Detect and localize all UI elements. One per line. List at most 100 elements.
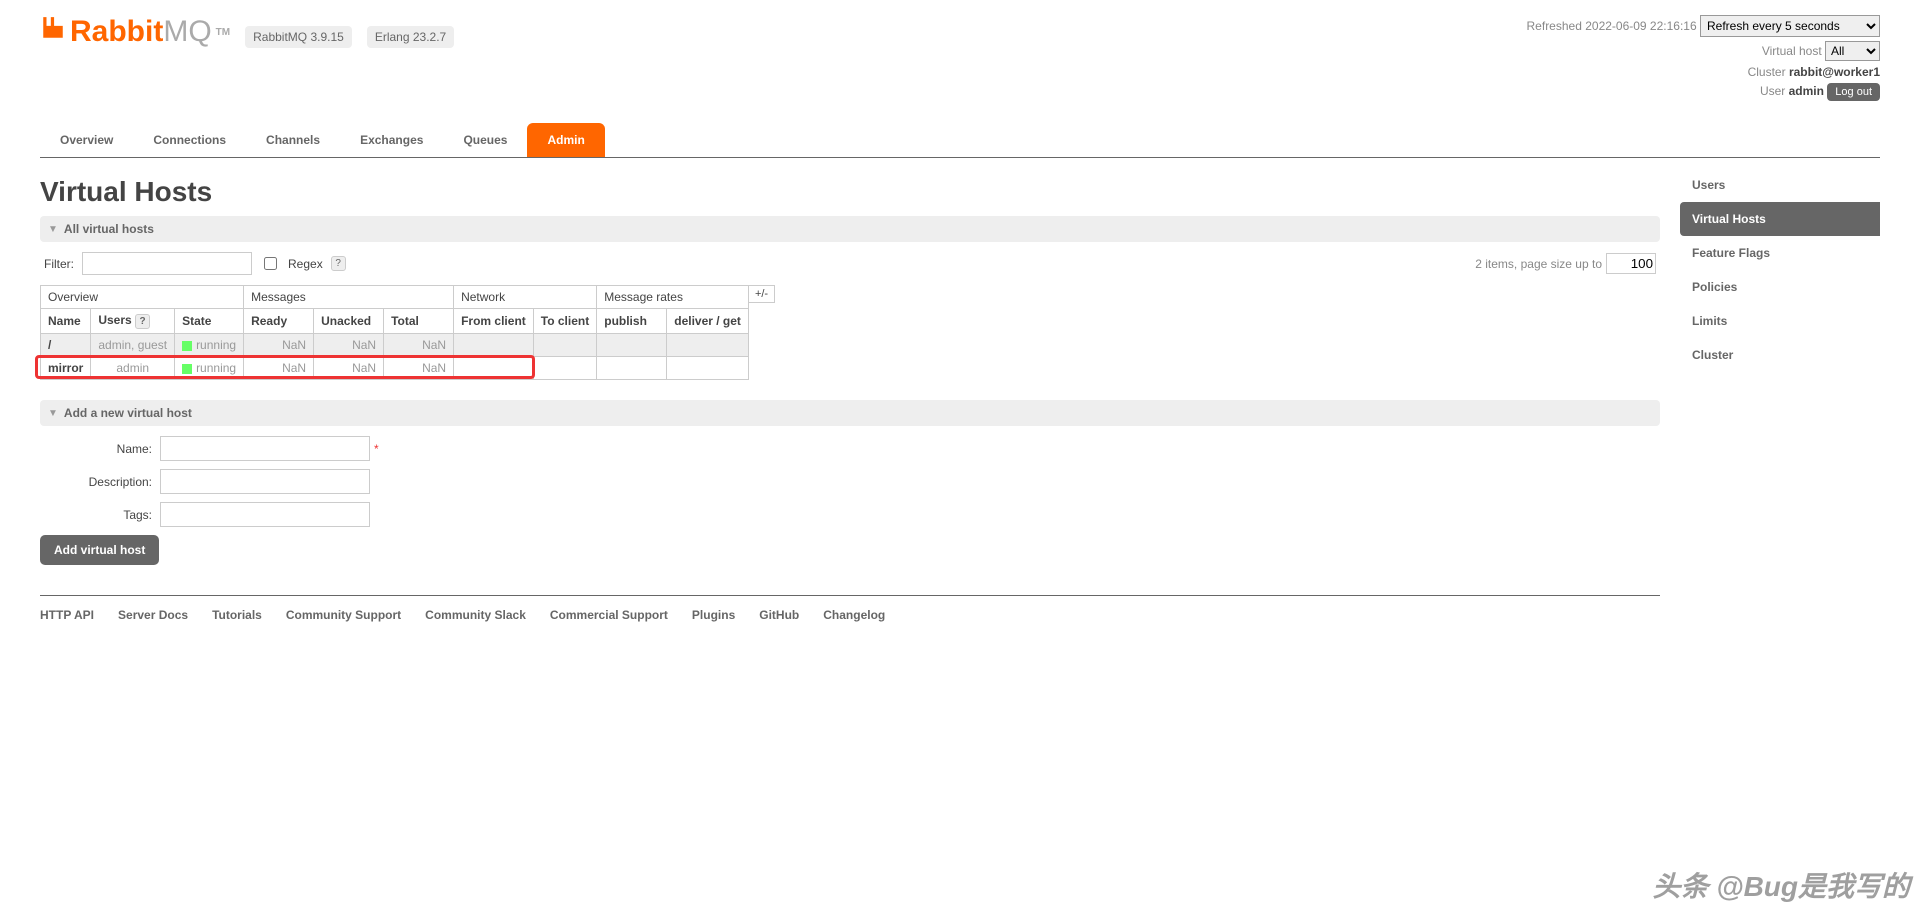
add-vhost-button[interactable]: Add virtual host xyxy=(40,535,159,565)
col-from-client[interactable]: From client xyxy=(454,309,534,334)
cell-name[interactable]: mirror xyxy=(41,357,91,380)
col-total[interactable]: Total xyxy=(384,309,454,334)
cell-total: NaN xyxy=(384,334,454,357)
footer-link-changelog[interactable]: Changelog xyxy=(823,608,885,622)
columns-toggle-button[interactable]: +/- xyxy=(748,285,775,303)
footer-link-community-support[interactable]: Community Support xyxy=(286,608,401,622)
cell-name[interactable]: / xyxy=(41,334,91,357)
vhost-select[interactable]: All xyxy=(1825,41,1880,61)
refreshed-time: 2022-06-09 22:16:16 xyxy=(1585,19,1696,33)
rabbitmq-version-badge: RabbitMQ 3.9.15 xyxy=(245,26,352,48)
col-deliver-get[interactable]: deliver / get xyxy=(667,309,749,334)
form-name-label: Name: xyxy=(40,442,160,456)
sidebar-item-limits[interactable]: Limits xyxy=(1680,304,1880,338)
cell-deliver-get xyxy=(667,334,749,357)
page-size-input[interactable] xyxy=(1606,253,1656,274)
tab-channels[interactable]: Channels xyxy=(246,123,340,157)
admin-sidebar: UsersVirtual HostsFeature FlagsPoliciesL… xyxy=(1680,168,1880,622)
sidebar-item-virtual-hosts[interactable]: Virtual Hosts xyxy=(1680,202,1880,236)
col-to-client[interactable]: To client xyxy=(533,309,596,334)
section-add-vhost-label: Add a new virtual host xyxy=(64,406,192,420)
main-nav: OverviewConnectionsChannelsExchangesQueu… xyxy=(40,123,1880,158)
users-help-icon[interactable]: ? xyxy=(135,314,150,329)
tab-exchanges[interactable]: Exchanges xyxy=(340,123,443,157)
sidebar-item-cluster[interactable]: Cluster xyxy=(1680,338,1880,372)
cell-ready: NaN xyxy=(244,357,314,380)
cell-unacked: NaN xyxy=(314,334,384,357)
col-group-rates: Message rates xyxy=(597,286,749,309)
col-name[interactable]: Name xyxy=(41,309,91,334)
footer: HTTP API Server Docs Tutorials Community Su… xyxy=(40,595,1660,622)
cluster-label: Cluster xyxy=(1748,65,1789,79)
watermark: 头条 @Bug是我写的 xyxy=(1652,865,1910,905)
cell-deliver-get xyxy=(667,357,749,380)
logout-button[interactable]: Log out xyxy=(1827,83,1880,101)
tab-admin[interactable]: Admin xyxy=(527,123,604,157)
erlang-version-badge: Erlang 23.2.7 xyxy=(367,26,454,48)
tab-connections[interactable]: Connections xyxy=(133,123,246,157)
tab-queues[interactable]: Queues xyxy=(443,123,527,157)
sidebar-item-users[interactable]: Users xyxy=(1680,168,1880,202)
status-area: Refreshed 2022-06-09 22:16:16 Refresh ev… xyxy=(1527,15,1880,105)
cell-publish xyxy=(597,357,667,380)
cell-unacked: NaN xyxy=(314,357,384,380)
collapse-icon: ▼ xyxy=(48,408,58,419)
tab-overview[interactable]: Overview xyxy=(40,123,133,157)
cell-from-client xyxy=(454,357,534,380)
logo[interactable]: RabbitMQ TM xyxy=(40,15,230,49)
form-description-input[interactable] xyxy=(160,469,370,494)
footer-link-http-api[interactable]: HTTP API xyxy=(40,608,94,622)
cell-to-client xyxy=(533,357,596,380)
filter-label: Filter: xyxy=(44,257,74,271)
col-ready[interactable]: Ready xyxy=(244,309,314,334)
cell-to-client xyxy=(533,334,596,357)
cell-total: NaN xyxy=(384,357,454,380)
cell-publish xyxy=(597,334,667,357)
cell-users: admin, guest xyxy=(91,334,175,357)
col-group-messages: Messages xyxy=(244,286,454,309)
cell-from-client xyxy=(454,334,534,357)
col-group-overview: Overview xyxy=(41,286,244,309)
items-count-text: 2 items, page size up to xyxy=(1475,257,1602,271)
section-add-vhost[interactable]: ▼ Add a new virtual host xyxy=(40,400,1660,426)
col-state[interactable]: State xyxy=(175,309,244,334)
col-publish[interactable]: publish xyxy=(597,309,667,334)
section-all-vhosts[interactable]: ▼ All virtual hosts xyxy=(40,216,1660,242)
form-description-label: Description: xyxy=(40,475,160,489)
vhost-label: Virtual host xyxy=(1762,44,1822,58)
state-running-icon xyxy=(182,364,192,374)
cell-ready: NaN xyxy=(244,334,314,357)
footer-link-tutorials[interactable]: Tutorials xyxy=(212,608,262,622)
sidebar-item-policies[interactable]: Policies xyxy=(1680,270,1880,304)
refresh-interval-select[interactable]: Refresh every 5 seconds xyxy=(1700,15,1880,37)
filter-input[interactable] xyxy=(82,252,252,275)
rabbit-icon xyxy=(40,15,66,49)
footer-link-community-slack[interactable]: Community Slack xyxy=(425,608,526,622)
logo-text-rabbit: Rabbit xyxy=(70,15,163,49)
collapse-icon: ▼ xyxy=(48,224,58,235)
user-name: admin xyxy=(1789,84,1824,98)
table-row[interactable]: mirroradminrunningNaNNaNNaN xyxy=(41,357,749,380)
logo-text-mq: MQ xyxy=(163,15,211,49)
vhosts-table: Overview Messages Network Message rates … xyxy=(40,285,749,380)
refreshed-label: Refreshed xyxy=(1527,19,1586,33)
required-indicator: * xyxy=(374,442,379,456)
regex-help-icon[interactable]: ? xyxy=(331,256,346,271)
footer-link-server-docs[interactable]: Server Docs xyxy=(118,608,188,622)
regex-checkbox[interactable] xyxy=(264,257,277,270)
cell-state: running xyxy=(175,357,244,380)
user-label: User xyxy=(1760,84,1789,98)
form-tags-input[interactable] xyxy=(160,502,370,527)
form-tags-label: Tags: xyxy=(40,508,160,522)
sidebar-item-feature-flags[interactable]: Feature Flags xyxy=(1680,236,1880,270)
col-unacked[interactable]: Unacked xyxy=(314,309,384,334)
page-title: Virtual Hosts xyxy=(40,176,1660,208)
footer-link-commercial-support[interactable]: Commercial Support xyxy=(550,608,668,622)
footer-link-plugins[interactable]: Plugins xyxy=(692,608,735,622)
logo-tm: TM xyxy=(216,27,230,38)
form-name-input[interactable] xyxy=(160,436,370,461)
col-users[interactable]: Users ? xyxy=(91,309,175,334)
footer-link-github[interactable]: GitHub xyxy=(759,608,799,622)
cell-users: admin xyxy=(91,357,175,380)
table-row[interactable]: /admin, guestrunningNaNNaNNaN xyxy=(41,334,749,357)
